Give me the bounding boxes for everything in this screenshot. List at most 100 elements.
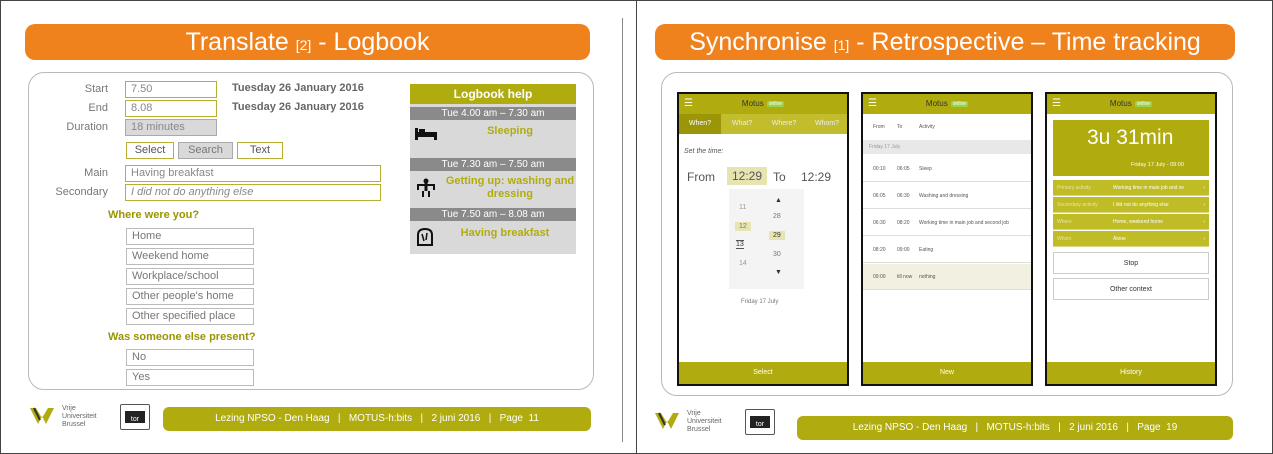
where-option[interactable]: Weekend home: [126, 248, 254, 265]
minute-option[interactable]: 30: [773, 251, 781, 258]
duration-text: 3u 31min: [1087, 126, 1174, 149]
app-header: ☰ Motus online: [863, 94, 1031, 114]
search-button[interactable]: Search: [178, 142, 233, 159]
select-button[interactable]: Select: [126, 142, 174, 159]
online-badge: online: [950, 100, 969, 107]
chevron-up-icon[interactable]: ▲: [775, 197, 782, 204]
start-label: Start: [84, 83, 108, 95]
minute-option[interactable]: 28: [773, 213, 781, 220]
start-field[interactable]: 7.50: [125, 81, 217, 98]
someone-question: Was someone else present?: [108, 331, 256, 343]
title-rest: - Logbook: [311, 28, 430, 56]
tabs: When? What? Where? Whom?: [679, 114, 847, 134]
picker-date: Friday 17 July: [741, 299, 779, 305]
from-label: From: [687, 170, 715, 184]
text-button[interactable]: Text: [237, 142, 283, 159]
svg-text:tor: tor: [756, 421, 765, 428]
activity-row[interactable]: 00:10 06:05 Sleep: [863, 156, 1031, 182]
activity-row[interactable]: 08:20 09:00 Eating: [863, 237, 1031, 263]
phone-when: ☰ Motus online When? What? Where? Whom? S…: [677, 92, 849, 386]
slide-title: Synchronise [1] - Retrospective – Time t…: [655, 24, 1235, 60]
app-name: Motus: [741, 99, 764, 108]
stop-button[interactable]: Stop: [1053, 252, 1209, 274]
end-label: End: [88, 102, 108, 114]
col-from: From: [873, 124, 885, 130]
menu-icon[interactable]: ☰: [684, 94, 693, 114]
detail-row[interactable]: Where Home, weekend home ›: [1053, 214, 1209, 230]
help-time: Tue 7.30 am – 7.50 am: [410, 158, 576, 171]
tab-when[interactable]: When?: [679, 114, 721, 134]
activity-row[interactable]: 09:00 till now nothing: [863, 264, 1031, 290]
phone-summary: ☰ Motus online 3u 31min Friday 17 July - …: [1045, 92, 1217, 386]
where-option[interactable]: Workplace/school: [126, 268, 254, 285]
logo-text: Vrije Universiteit Brussel: [62, 405, 97, 428]
to-time[interactable]: 12:29: [801, 170, 831, 184]
breakfast-icon: [414, 227, 436, 252]
someone-option[interactable]: Yes: [126, 369, 254, 386]
activity-row[interactable]: 06:05 06:30 Washing and dressing: [863, 183, 1031, 209]
phone-activities: ☰ Motus online From To Activity Friday 17…: [861, 92, 1033, 386]
someone-option[interactable]: No: [126, 349, 254, 366]
bed-icon: [414, 125, 438, 146]
date-header-text: Friday 17 July: [869, 144, 901, 150]
other-context-button[interactable]: Other context: [1053, 278, 1209, 300]
hour-option[interactable]: 14: [739, 260, 747, 267]
title-ref: [1]: [833, 37, 850, 53]
where-option[interactable]: Other people's home: [126, 288, 254, 305]
chevron-down-icon[interactable]: ▼: [775, 269, 782, 276]
main-activity-field[interactable]: Having breakfast: [125, 165, 381, 182]
logo-text: Vrije Universiteit Brussel: [687, 410, 722, 433]
tab-whom[interactable]: Whom?: [805, 114, 847, 134]
duration-field: 18 minutes: [125, 119, 217, 136]
hour-option[interactable]: 11: [739, 204, 746, 211]
duration-label: Duration: [66, 121, 108, 133]
tab-what[interactable]: What?: [721, 114, 763, 134]
secondary-activity-field[interactable]: I did not do anything else: [125, 184, 381, 201]
secondary-label: Secondary: [55, 186, 108, 198]
secondary-logo: tor: [745, 409, 775, 435]
help-time: Tue 4.00 am – 7.30 am: [410, 107, 576, 120]
main-label: Main: [84, 167, 108, 179]
menu-icon[interactable]: ☰: [868, 94, 877, 114]
history-button[interactable]: History: [1047, 362, 1215, 384]
help-activity: Sleeping: [487, 125, 533, 137]
app-name: Motus: [1109, 99, 1132, 108]
secondary-logo: tor: [120, 404, 150, 430]
vub-logo: Vrije Universiteit Brussel tor: [28, 400, 158, 434]
detail-row[interactable]: Whom Alone ›: [1053, 231, 1209, 247]
hour-selected[interactable]: 13: [736, 240, 744, 249]
title-rest: - Retrospective – Time tracking: [849, 28, 1201, 56]
menu-icon[interactable]: ☰: [1052, 94, 1061, 114]
end-date: Tuesday 26 January 2016: [232, 101, 364, 113]
col-activity: Activity: [919, 124, 935, 130]
detail-row[interactable]: Secondary activity I did not do anything …: [1053, 197, 1209, 213]
col-to: To: [897, 124, 903, 130]
where-option[interactable]: Other specified place: [126, 308, 254, 325]
where-question: Where were you?: [108, 209, 200, 221]
help-time: Tue 7.50 am – 8.08 am: [410, 208, 576, 221]
app-name: Motus: [925, 99, 948, 108]
hour-option[interactable]: 12: [735, 222, 751, 231]
online-badge: online: [1134, 100, 1153, 107]
app-header: ☰ Motus online: [679, 94, 847, 114]
app-header: ☰ Motus online: [1047, 94, 1215, 114]
detail-row[interactable]: Primary activity Working time in main job…: [1053, 180, 1209, 196]
svg-text:tor: tor: [131, 416, 140, 423]
left-slide: Translate [2] - Logbook Start 7.50 Tuesd…: [0, 0, 636, 454]
washing-icon: [414, 178, 438, 203]
slide-title: Translate [2] - Logbook: [25, 24, 590, 60]
from-time[interactable]: 12:29: [727, 167, 768, 185]
where-option[interactable]: Home: [126, 228, 254, 245]
footer-bar: Lezing NPSO - Den Haag | MOTUS-h:bits | …: [163, 407, 591, 431]
date-time: Friday 17 July - 09:00: [1131, 162, 1184, 168]
select-button[interactable]: Select: [679, 362, 847, 384]
tab-where[interactable]: Where?: [763, 114, 805, 134]
activity-row[interactable]: 06:30 08:20 Working time in main job and s…: [863, 210, 1031, 236]
footer-bar: Lezing NPSO - Den Haag | MOTUS-h:bits | …: [797, 416, 1233, 440]
online-badge: online: [766, 100, 785, 107]
minute-selected[interactable]: 29: [769, 231, 785, 240]
new-button[interactable]: New: [863, 362, 1031, 384]
start-date: Tuesday 26 January 2016: [232, 82, 364, 94]
end-field[interactable]: 8.08: [125, 100, 217, 117]
help-title: Logbook help: [410, 84, 576, 104]
